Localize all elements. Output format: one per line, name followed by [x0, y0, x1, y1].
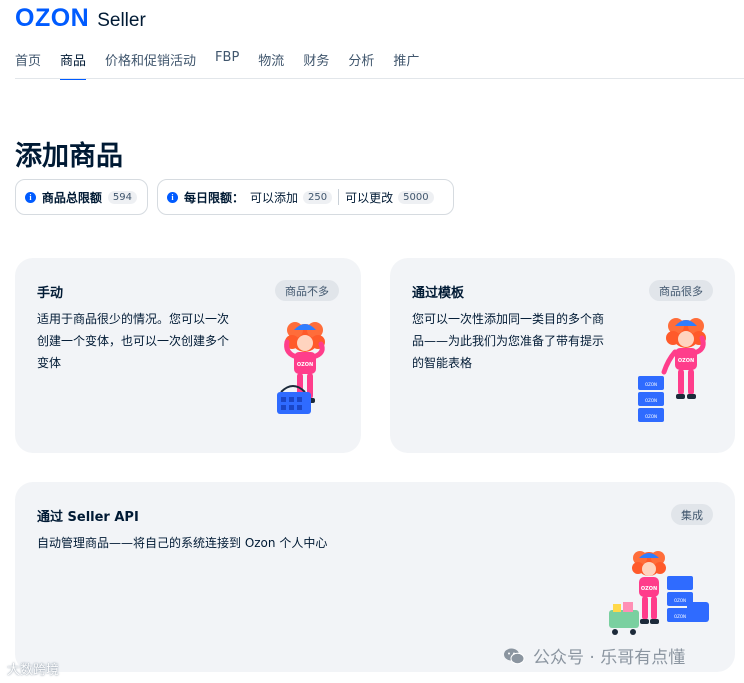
- daily-limit-box[interactable]: i 每日限额： 可以添加 250 可以更改 5000: [157, 179, 454, 215]
- template-card-description: 您可以一次性添加同一类目的多个商 品——为此我们为您准备了带有提示 的智能表格: [412, 312, 605, 370]
- manual-card-description: 适用于商品很少的情况。您可以一次 创建一个变体，也可以一次创建多个 变体: [37, 312, 230, 370]
- daily-add-text: 可以添加: [250, 190, 299, 205]
- top-header: OZON Seller 首页 商品 价格和促销活动 FBP 物流 财务 分析 推…: [0, 0, 744, 80]
- watermark-right-text: 公众号 · 乐哥有点懂: [533, 648, 686, 668]
- svg-text:OZON: OZON: [645, 382, 657, 387]
- daily-edit-value: 5000: [398, 190, 434, 204]
- svg-text:OZON: OZON: [674, 614, 686, 619]
- svg-text:OZON: OZON: [674, 598, 686, 603]
- main-nav: 首页 商品 价格和促销活动 FBP 物流 财务 分析 推广: [15, 50, 438, 80]
- watermark-left: 大数跨境: [7, 663, 60, 678]
- mascot-with-cart-illustration: OZON OZON OZON: [609, 551, 709, 635]
- mascot-with-basket-illustration: OZON: [277, 322, 325, 414]
- manual-card-title: 手动: [37, 286, 64, 301]
- info-icon: i: [25, 191, 36, 203]
- daily-limit-label: 每日限额：: [184, 190, 245, 205]
- nav-item-prices-promotions[interactable]: 价格和促销活动: [105, 50, 196, 78]
- page-title: 添加商品: [15, 141, 123, 172]
- api-card-title: 通过 Seller API: [37, 510, 139, 525]
- ozon-seller-logo[interactable]: OZON Seller: [15, 4, 146, 33]
- limit-separator: [338, 189, 340, 205]
- nav-item-logistics[interactable]: 物流: [258, 50, 284, 78]
- wechat-icon: [504, 648, 525, 664]
- template-card-title: 通过模板: [412, 286, 465, 301]
- watermark-right: 公众号 · 乐哥有点懂: [503, 643, 685, 668]
- nav-item-promotion[interactable]: 推广: [393, 50, 419, 78]
- daily-add-value: 250: [303, 190, 333, 204]
- limits-bar: i 商品总限额 594 i 每日限额： 可以添加 250 可以更改 5000: [15, 179, 454, 215]
- info-icon: i: [167, 191, 178, 203]
- nav-item-home[interactable]: 首页: [15, 50, 41, 78]
- manual-card[interactable]: 手动 商品不多 适用于商品很少的情况。您可以一次 创建一个变体，也可以一次创建多…: [15, 258, 361, 453]
- mascot-with-boxes-illustration: OZON OZON OZON OZON: [638, 318, 706, 422]
- template-card-tag: 商品很多: [649, 280, 713, 301]
- total-limit-value: 594: [107, 190, 137, 204]
- daily-edit-text: 可以更改: [345, 190, 394, 205]
- logo-brand: OZON: [15, 4, 90, 32]
- svg-text:OZON: OZON: [645, 398, 657, 403]
- total-limit-label: 商品总限额: [41, 190, 102, 205]
- nav-item-analytics[interactable]: 分析: [348, 50, 374, 78]
- logo-product: Seller: [97, 10, 146, 31]
- nav-item-finance[interactable]: 财务: [303, 50, 329, 78]
- svg-text:OZON: OZON: [645, 414, 657, 419]
- api-card-description: 自动管理商品——将自己的系统连接到 Ozon 个人中心: [37, 536, 328, 550]
- total-limit-box[interactable]: i 商品总限额 594: [15, 179, 148, 215]
- svg-text:OZON: OZON: [641, 586, 657, 592]
- api-card-tag: 集成: [671, 504, 713, 525]
- svg-text:OZON: OZON: [678, 358, 694, 364]
- manual-card-tag: 商品不多: [275, 280, 339, 301]
- nav-item-products[interactable]: 商品: [60, 50, 87, 80]
- template-card[interactable]: 通过模板 商品很多 您可以一次性添加同一类目的多个商 品——为此我们为您准备了带…: [390, 258, 735, 453]
- svg-text:OZON: OZON: [297, 362, 313, 368]
- nav-item-fbp[interactable]: FBP: [215, 50, 239, 78]
- nav-divider: [15, 78, 744, 79]
